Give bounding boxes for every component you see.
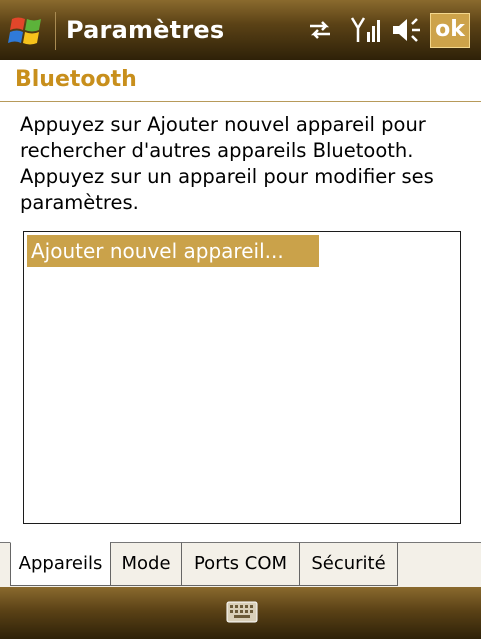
tab-strip: Appareils Mode Ports COM Sécurité xyxy=(0,542,481,587)
signal-icon[interactable] xyxy=(350,15,382,45)
bottom-bar xyxy=(0,587,481,639)
device-list[interactable]: Ajouter nouvel appareil... xyxy=(23,231,461,524)
tab-ports-com[interactable]: Ports COM xyxy=(181,542,300,586)
title-separator xyxy=(55,12,56,50)
add-new-device-item[interactable]: Ajouter nouvel appareil... xyxy=(27,235,319,267)
section-divider xyxy=(0,101,481,102)
speaker-icon[interactable] xyxy=(390,15,424,45)
tab-appareils[interactable]: Appareils xyxy=(10,542,111,586)
sync-icon[interactable] xyxy=(306,15,334,45)
tab-mode[interactable]: Mode xyxy=(110,542,182,586)
app-title: Paramètres xyxy=(66,16,225,44)
keyboard-icon[interactable] xyxy=(226,600,258,624)
tab-securite[interactable]: Sécurité xyxy=(299,542,398,586)
ok-button[interactable]: ok xyxy=(430,13,470,48)
section-title: Bluetooth xyxy=(15,67,137,92)
title-bar: Paramètres ok xyxy=(0,0,481,60)
windows-start-icon[interactable] xyxy=(8,13,46,49)
instructions-text: Appuyez sur Ajouter nouvel appareil pour… xyxy=(20,113,434,214)
